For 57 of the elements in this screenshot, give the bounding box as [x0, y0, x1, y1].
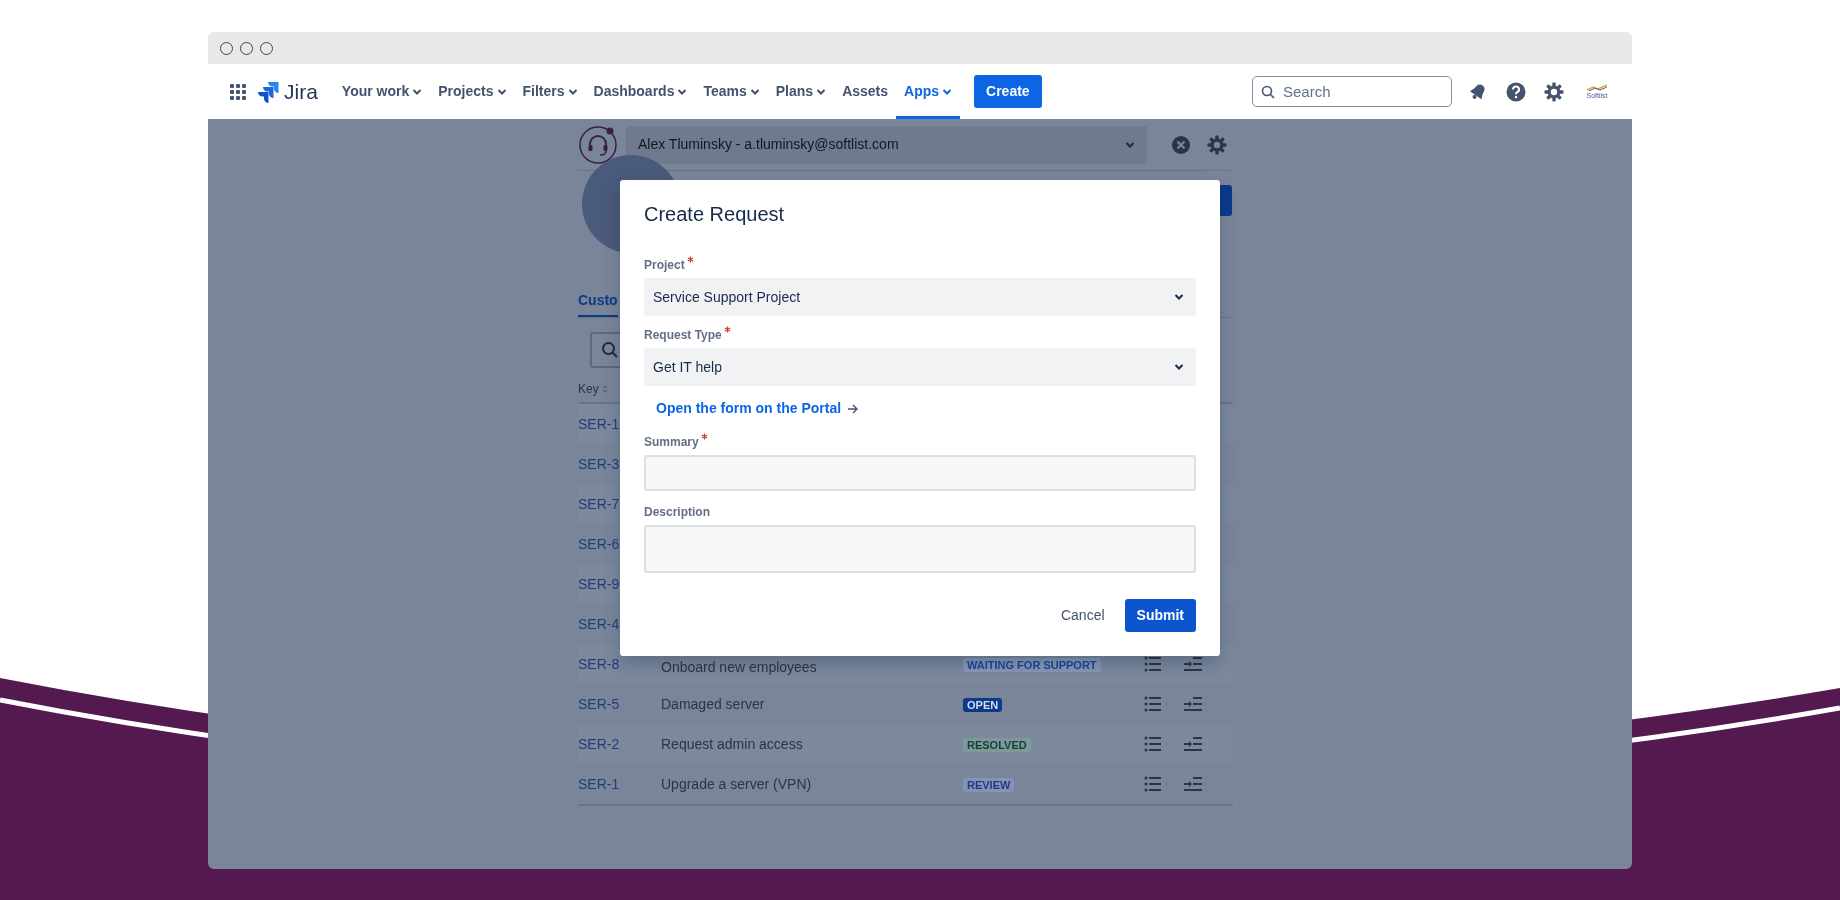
settings-icon[interactable] [1207, 134, 1227, 155]
nav-menu-item[interactable]: Plans [767, 64, 835, 119]
indent-icon[interactable] [1184, 736, 1202, 752]
summary-text: Onboard new employees [661, 657, 818, 677]
chevron-down-icon [1174, 363, 1184, 371]
submit-button[interactable]: Submit [1124, 599, 1196, 632]
search-icon [601, 341, 619, 359]
summary-text: Request admin access [661, 734, 804, 754]
list-icon[interactable] [1144, 736, 1162, 752]
nav-menu-item[interactable]: Projects [430, 64, 515, 119]
headset-icon [578, 124, 618, 165]
issue-key-link[interactable]: SER-1 [578, 773, 661, 795]
select-field[interactable]: Service Support Project [644, 278, 1196, 316]
search-field[interactable]: Search [1252, 76, 1452, 107]
status-lozenge: OPEN [963, 697, 1003, 712]
field-label: Project [644, 256, 694, 274]
nav-menu-item[interactable]: Assets [834, 64, 897, 119]
list-icon[interactable] [1144, 776, 1162, 792]
jira-logo-icon[interactable] [258, 80, 280, 103]
modal-title: Create Request [644, 202, 786, 226]
product-name[interactable]: Jira [284, 75, 318, 108]
issue-key-link[interactable]: SER-2 [578, 733, 661, 755]
indent-icon[interactable] [1184, 696, 1202, 712]
field-label: Request Type [644, 326, 731, 344]
arrow-right-icon [847, 403, 860, 414]
input-field[interactable] [644, 455, 1196, 491]
logo-mark-icon [1586, 84, 1608, 92]
settings-icon[interactable] [1544, 81, 1564, 102]
status-lozenge: REVIEW [963, 777, 1015, 792]
issue-key-link[interactable]: SER-8 [578, 653, 661, 675]
chevron-down-icon [1174, 293, 1184, 301]
indent-icon[interactable] [1184, 656, 1202, 672]
nav-menu-item[interactable]: Teams [695, 64, 768, 119]
nav-menu-item[interactable]: Filters [514, 64, 586, 119]
help-icon[interactable] [1506, 81, 1526, 102]
select-field[interactable]: Get IT help [644, 348, 1196, 386]
summary-text: Damaged server [661, 694, 766, 714]
indent-icon[interactable] [1184, 776, 1202, 792]
field-label: Summary [644, 433, 708, 451]
agent-select[interactable]: Alex Tluminsky - a.tluminsky@softlist.com [626, 125, 1147, 164]
nav-menu-item[interactable]: Your work [333, 64, 431, 119]
list-icon[interactable] [1144, 656, 1162, 672]
column-header[interactable]: Key [578, 380, 599, 398]
create-button[interactable]: Create [974, 75, 1042, 108]
portal-link[interactable]: Open the form on the Portal [656, 398, 860, 419]
nav-menu-item[interactable]: Dashboards [585, 64, 696, 119]
status-lozenge: WAITING FOR SUPPORT [963, 657, 1101, 672]
status-lozenge: RESOLVED [963, 737, 1031, 752]
issue-key-link[interactable]: SER-5 [578, 693, 661, 715]
app-grid-icon[interactable] [230, 83, 246, 100]
summary-text: Upgrade a server (VPN) [661, 774, 813, 794]
chevron-down-icon [1125, 140, 1135, 149]
list-icon[interactable] [1144, 696, 1162, 712]
clear-icon[interactable] [1171, 134, 1191, 155]
cancel-button[interactable]: Cancel [1052, 599, 1113, 632]
field-label: Description [644, 504, 710, 521]
tab[interactable]: Custo [578, 286, 618, 317]
